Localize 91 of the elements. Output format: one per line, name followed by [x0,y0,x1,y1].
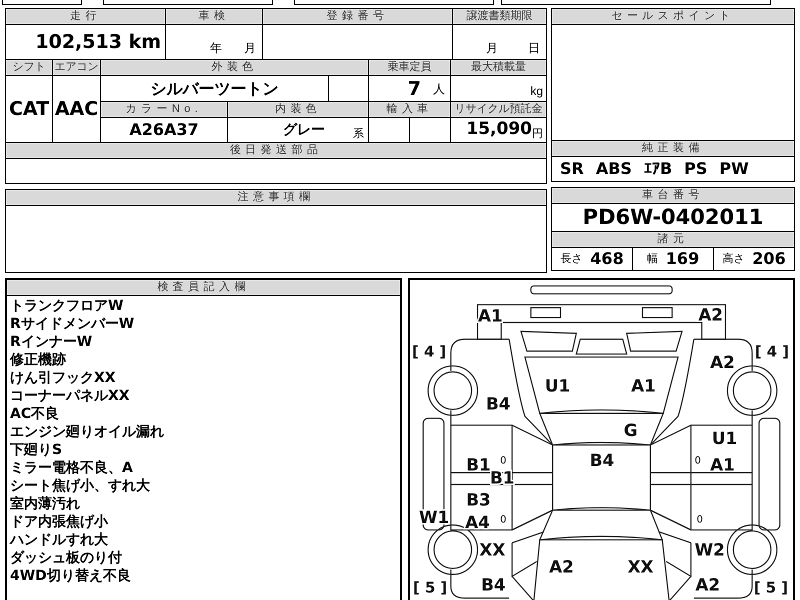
chassis-number-value: PD6W-0402011 [582,204,764,231]
column-header: シフト [6,60,52,76]
aircon-value: AAC [54,96,98,122]
unit-label: 月 [486,40,498,57]
inspection-note: ダッシュ板のり付 [10,549,123,567]
column-header: 純正装備 [552,141,794,157]
damage-mark: A2 [695,574,720,594]
inspection-note: エンジン廻りオイル漏れ [10,423,165,441]
inspection-note: 4WD切り替え不良 [10,567,132,585]
inspection-note: けん引フックXX [10,369,117,387]
equipment-code: PW [719,158,749,180]
column-header: 後日発送部品 [6,143,546,159]
column-header: カラーNo. [101,102,228,118]
inspection-note: トランクフロアW [10,297,124,315]
inspection-note: 室内薄汚れ [10,495,81,513]
damage-mark: A4 [465,512,490,532]
capacity-value: 7 [408,76,421,102]
unit-label: 日 [528,40,540,57]
spec-value: 206 [752,248,786,270]
score-mark: [ 5 ] [413,580,448,597]
column-header: 譲渡書類期限 [453,9,546,25]
unit-label: 月 [244,40,256,57]
column-header: 輸入車 [369,102,451,118]
damage-mark: G [624,420,638,440]
damage-mark: A2 [698,304,723,325]
inspection-note: シート焦げ小、すれ大 [10,477,151,495]
unit-label: 年 [210,40,222,57]
spec-value: 169 [666,248,700,270]
inspection-note: ハンドルすれ大 [10,531,109,549]
equipment-code: PS [684,158,708,180]
damage-mark: 0 [696,514,703,526]
inspection-note: 下廻りS [10,441,64,459]
interior-color-value: グレー [283,120,325,140]
recycling-fee-value: 15,090 [466,118,532,142]
damage-mark: B3 [466,489,491,510]
damage-mark: A2 [710,352,735,372]
column-header: 諸元 [552,232,794,248]
damage-mark: A1 [710,454,735,475]
damage-mark: A1 [478,306,503,326]
damage-mark: 0 [500,514,506,526]
score-mark: [ 4 ] [754,344,789,361]
equipment-code: SR [560,158,584,180]
inspection-note: 修正機跡 [10,351,67,369]
damage-mark: W2 [694,540,725,560]
equipment-code: ABS [596,158,632,180]
unit-label: 人 [433,81,445,98]
mileage-value: 102,513 km [35,30,161,55]
inspection-note: ドア内張焦げ小 [10,513,110,531]
column-header: リサイクル預託金 [451,102,546,118]
spec-label: 幅 [646,252,658,267]
exterior-color-value: シルバーツートン [150,78,278,100]
column-header: 車台番号 [552,188,794,204]
column-header: 検査員記入欄 [7,280,400,296]
column-header: 最大積載量 [451,60,546,76]
unit-label: 系 [353,126,364,142]
score-mark: [ 5 ] [754,580,788,597]
column-header: 車検 [166,9,262,25]
damage-mark: A1 [631,376,656,396]
damage-mark: XX [479,540,506,560]
column-header: 注意事項欄 [6,190,546,206]
shift-value: CAT [8,96,50,122]
damage-mark: B4 [481,574,506,594]
spec-value: 468 [590,248,624,270]
damage-mark: 0 [694,455,701,466]
damage-mark: 0 [500,455,506,466]
inspection-note: AC不良 [10,405,60,423]
column-header: 登録番号 [263,9,452,25]
damage-mark: B1 [466,454,491,475]
damage-mark: XX [628,556,654,576]
column-header: セールスポイント [552,9,794,25]
damage-mark: U1 [544,376,570,396]
equipment-code: ｴｱB [644,158,672,180]
inspection-note: RインナーW [10,333,94,351]
inspection-note: ミラー電格不良、A [10,459,134,477]
score-mark: [ 4 ] [412,344,446,361]
column-header: 走行 [6,9,165,25]
damage-mark: B4 [590,450,614,470]
spec-label: 高さ [722,252,744,267]
column-header: エアコン [53,60,100,76]
column-header: 内装色 [228,102,369,118]
color-number-value: A26A37 [129,119,199,141]
unit-label: kg [530,83,543,100]
damage-mark: B4 [486,393,510,414]
damage-mark: U1 [712,428,738,448]
inspection-note: コーナーパネルXX [10,387,131,405]
damage-mark: A2 [549,556,574,576]
inspection-note: RサイドメンバーW [10,315,136,333]
column-header: 外装色 [101,60,369,76]
column-header: 乗車定員 [369,60,451,76]
spec-label: 長さ [560,252,582,267]
unit-label: 円 [532,126,543,142]
